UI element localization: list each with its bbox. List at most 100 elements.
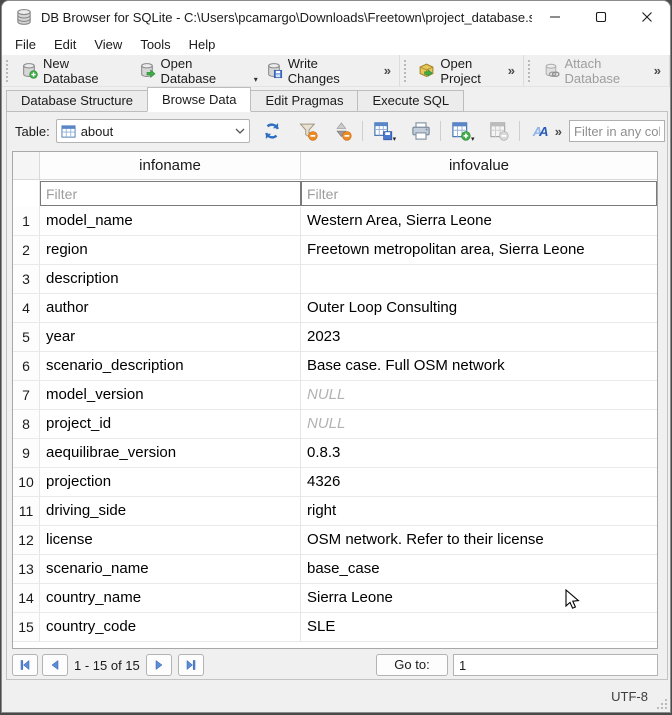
row-number[interactable]: 12 [13, 526, 40, 555]
toolbar-overflow-icon[interactable]: » [648, 63, 667, 78]
cell-infoname[interactable]: model_name [40, 207, 301, 236]
cell-infoname[interactable]: author [40, 294, 301, 323]
tab-browse-data[interactable]: Browse Data [147, 87, 251, 112]
row-number[interactable]: 13 [13, 555, 40, 584]
toolbar-overflow-icon[interactable]: » [378, 63, 397, 78]
column-header-infoname[interactable]: infoname [40, 152, 301, 179]
cell-infoname[interactable]: scenario_name [40, 555, 301, 584]
cell-infoname[interactable]: model_version [40, 381, 301, 410]
cell-infovalue[interactable]: right [301, 497, 657, 526]
cell-infovalue[interactable]: Sierra Leone [301, 584, 657, 613]
row-number[interactable]: 4 [13, 294, 40, 323]
row-number[interactable]: 7 [13, 381, 40, 410]
row-number[interactable]: 8 [13, 410, 40, 439]
row-number[interactable]: 5 [13, 323, 40, 352]
toolbar-drag-handle[interactable] [6, 60, 11, 82]
table-row: 2regionFreetown metropolitan area, Sierr… [13, 236, 657, 265]
close-button[interactable] [624, 1, 670, 33]
menu-tools[interactable]: Tools [131, 35, 179, 54]
row-number[interactable]: 3 [13, 265, 40, 294]
resize-grip[interactable] [656, 698, 668, 710]
text-format-button[interactable]: AA [527, 119, 552, 143]
menu-view[interactable]: View [85, 35, 131, 54]
cell-infoname[interactable]: driving_side [40, 497, 301, 526]
row-number[interactable]: 9 [13, 439, 40, 468]
toolbar-drag-handle[interactable] [528, 60, 533, 82]
new-database-button[interactable]: New Database [15, 53, 133, 89]
clear-sort-icon [332, 121, 352, 141]
cell-infoname[interactable]: country_code [40, 613, 301, 642]
browse-overflow-icon[interactable]: » [555, 124, 562, 139]
cell-infoname[interactable]: year [40, 323, 301, 352]
cell-infovalue[interactable]: Outer Loop Consulting [301, 294, 657, 323]
cell-infoname[interactable]: projection [40, 468, 301, 497]
table-select[interactable]: about [56, 119, 250, 143]
filter-infovalue-input[interactable] [301, 181, 657, 206]
browse-data-panel: Table: about [6, 111, 668, 680]
insert-record-button[interactable]: ▾ [448, 119, 473, 143]
cell-infovalue[interactable]: SLE [301, 613, 657, 642]
tab-database-structure[interactable]: Database Structure [6, 90, 148, 112]
menu-file[interactable]: File [6, 35, 45, 54]
clear-sorting-button[interactable] [330, 119, 355, 143]
menu-help[interactable]: Help [180, 35, 225, 54]
grid-corner-cell[interactable] [13, 152, 40, 179]
cell-infoname[interactable]: region [40, 236, 301, 265]
row-number[interactable]: 15 [13, 613, 40, 642]
goto-record-input[interactable] [453, 654, 658, 676]
toolbar-overflow-icon[interactable]: » [502, 63, 521, 78]
write-changes-button[interactable]: Write Changes [260, 53, 378, 89]
menu-edit[interactable]: Edit [45, 35, 85, 54]
row-number[interactable]: 6 [13, 352, 40, 381]
chevron-down-icon [235, 128, 245, 134]
first-page-button[interactable] [12, 654, 38, 676]
cell-infovalue[interactable]: OSM network. Refer to their license [301, 526, 657, 555]
minimize-button[interactable] [532, 1, 578, 33]
next-page-button[interactable] [146, 654, 172, 676]
table-row: 7model_versionNULL [13, 381, 657, 410]
goto-button[interactable]: Go to: [376, 654, 448, 676]
open-project-button[interactable]: Open Project [412, 53, 501, 89]
clear-filters-button[interactable] [296, 119, 321, 143]
print-button[interactable] [408, 119, 433, 143]
save-results-button[interactable]: ▾ [370, 119, 395, 143]
row-number[interactable]: 11 [13, 497, 40, 526]
toolbar-drag-handle[interactable] [404, 60, 408, 82]
filter-any-column-input[interactable] [569, 120, 665, 142]
cell-infovalue[interactable]: Freetown metropolitan area, Sierra Leone [301, 236, 657, 265]
cell-infovalue[interactable]: NULL [301, 410, 657, 439]
cell-infovalue[interactable]: Base case. Full OSM network [301, 352, 657, 381]
refresh-button[interactable] [260, 119, 285, 143]
cell-infovalue[interactable]: NULL [301, 381, 657, 410]
next-page-icon [153, 659, 165, 671]
cell-infovalue[interactable] [301, 265, 657, 294]
cell-infovalue[interactable]: 2023 [301, 323, 657, 352]
cell-infoname[interactable]: description [40, 265, 301, 294]
tab-edit-pragmas[interactable]: Edit Pragmas [250, 90, 358, 112]
cell-infoname[interactable]: country_name [40, 584, 301, 613]
column-header-infovalue[interactable]: infovalue [301, 152, 657, 179]
cell-infovalue[interactable]: 4326 [301, 468, 657, 497]
cell-infoname[interactable]: project_id [40, 410, 301, 439]
delete-record-button[interactable] [486, 119, 511, 143]
row-number[interactable]: 1 [13, 207, 40, 236]
save-results-dropdown-icon[interactable]: ▾ [393, 135, 397, 143]
cell-infovalue[interactable]: base_case [301, 555, 657, 584]
open-database-dropdown-icon[interactable]: ▾ [254, 75, 258, 84]
cell-infovalue[interactable]: 0.8.3 [301, 439, 657, 468]
cell-infovalue[interactable]: Western Area, Sierra Leone [301, 207, 657, 236]
tab-execute-sql[interactable]: Execute SQL [357, 90, 464, 112]
cell-infoname[interactable]: aequilibrae_version [40, 439, 301, 468]
filter-infoname-input[interactable] [40, 181, 301, 206]
insert-record-dropdown-icon[interactable]: ▾ [471, 135, 475, 143]
cell-infoname[interactable]: scenario_description [40, 352, 301, 381]
previous-page-button[interactable] [42, 654, 68, 676]
open-database-button[interactable]: Open Database [133, 53, 256, 89]
maximize-button[interactable] [578, 1, 624, 33]
attach-database-button[interactable]: Attach Database [537, 53, 648, 89]
row-number[interactable]: 2 [13, 236, 40, 265]
last-page-button[interactable] [178, 654, 204, 676]
cell-infoname[interactable]: license [40, 526, 301, 555]
row-number[interactable]: 10 [13, 468, 40, 497]
row-number[interactable]: 14 [13, 584, 40, 613]
